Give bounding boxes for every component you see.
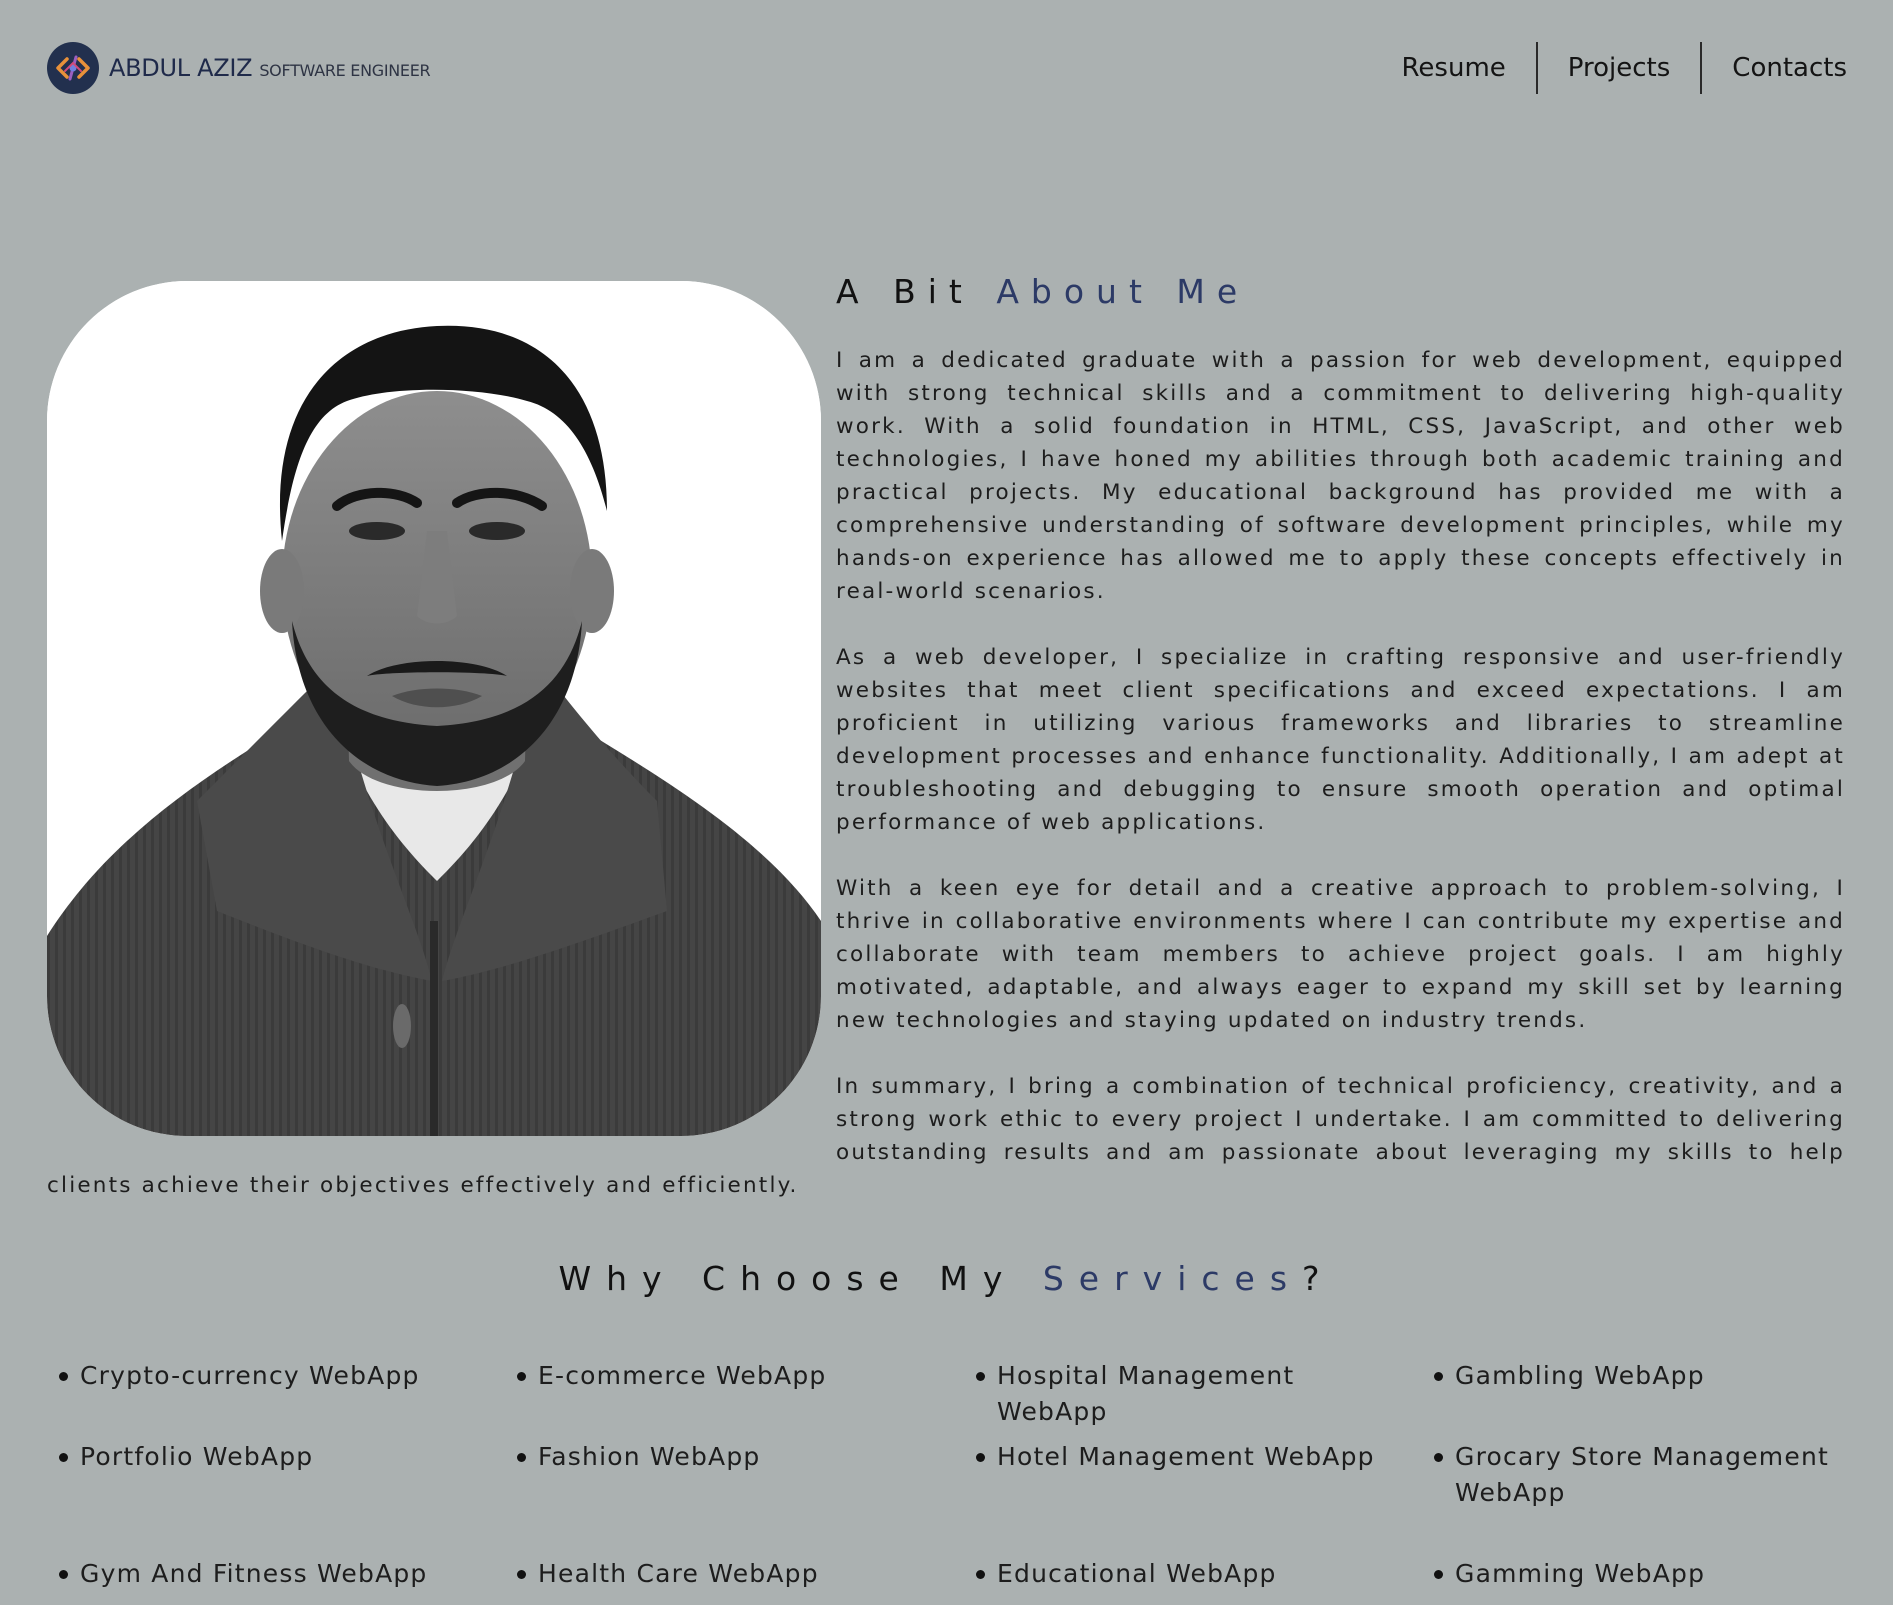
service-label: Health Care WebApp [538,1559,819,1588]
bullet-icon [517,1570,526,1579]
brand-role: SOFTWARE ENGINEER [259,60,431,80]
bullet-icon [976,1372,985,1381]
service-label: E-commerce WebApp [538,1361,827,1390]
service-item: E-commerce WebApp [517,1358,937,1394]
service-item: Crypto-currency WebApp [59,1358,479,1394]
bullet-icon [1434,1372,1443,1381]
service-label: Hotel Management WebApp [997,1442,1375,1471]
bullet-icon [59,1372,68,1381]
bullet-icon [1434,1453,1443,1462]
bullet-icon [976,1453,985,1462]
service-label: Gym And Fitness WebApp [80,1559,428,1588]
service-label: Portfolio WebApp [80,1442,314,1471]
bullet-icon [59,1453,68,1462]
services-heading-end: ? [1302,1259,1335,1298]
service-item: Portfolio WebApp [59,1439,479,1475]
bullet-icon [1434,1570,1443,1579]
service-label: Hospital Management WebApp [997,1361,1295,1426]
about-heading-accent: About Me [996,272,1250,311]
service-item: Fashion WebApp [517,1439,937,1475]
service-label: Educational WebApp [997,1559,1277,1588]
service-label: Grocary Store Management WebApp [1455,1442,1829,1507]
service-label: Crypto-currency WebApp [80,1361,420,1390]
nav-contacts[interactable]: Contacts [1702,42,1847,94]
service-item: Gym And Fitness WebApp [59,1556,479,1592]
service-item: Hospital Management WebApp [976,1358,1396,1430]
services-heading-accent: Services [1042,1259,1303,1298]
service-item: Grocary Store Management WebApp [1434,1439,1834,1511]
service-item: Gamming WebApp [1434,1556,1854,1592]
service-item: Health Care WebApp [517,1556,937,1592]
service-item: Gambling WebApp [1434,1358,1854,1394]
services-heading-plain: Why Choose My [558,1259,1043,1298]
nav-projects[interactable]: Projects [1538,42,1701,94]
bullet-icon [517,1372,526,1381]
bullet-icon [517,1453,526,1462]
nav-resume[interactable]: Resume [1372,42,1536,94]
services-heading: Why Choose My Services? [0,1259,1893,1298]
service-label: Fashion WebApp [538,1442,761,1471]
photo-text-wrap-spacer [47,344,836,1156]
service-label: Gambling WebApp [1455,1361,1705,1390]
bullet-icon [59,1570,68,1579]
main-nav: Resume Projects Contacts [1372,42,1847,94]
about-heading: A Bit About Me [836,272,1249,311]
about-heading-plain: A Bit [836,272,997,311]
brand-link[interactable]: ABDUL AZIZ SOFTWARE ENGINEER [47,40,431,96]
service-item: Educational WebApp [976,1556,1396,1592]
code-brackets-icon [47,42,99,94]
about-text: I am a dedicated graduate with a passion… [47,344,1845,1235]
bullet-icon [976,1570,985,1579]
site-header: ABDUL AZIZ SOFTWARE ENGINEER Resume Proj… [47,40,1847,96]
service-label: Gamming WebApp [1455,1559,1706,1588]
brand-name: ABDUL AZIZ [109,54,253,82]
service-item: Hotel Management WebApp [976,1439,1396,1475]
